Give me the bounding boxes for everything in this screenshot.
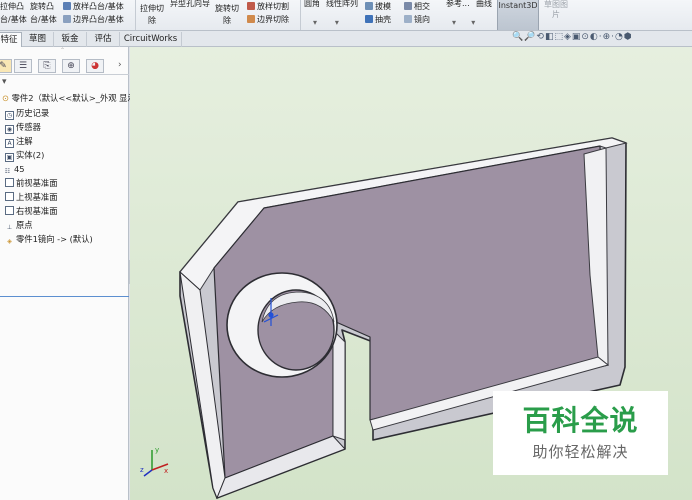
tree-item-history[interactable]: ◷ 历史记录 xyxy=(5,106,49,120)
axis-label-z: z xyxy=(140,466,144,474)
reference-geometry-button[interactable]: 参考... xyxy=(446,0,470,9)
fillet-button[interactable]: 圆角 xyxy=(304,0,320,9)
revolved-boss-button[interactable]: 旋转凸 xyxy=(30,2,54,12)
ribbon-divider xyxy=(135,0,136,30)
inner-wall-step xyxy=(332,328,346,441)
revolved-cut-button[interactable]: 旋转切 xyxy=(215,4,239,14)
tree-item-right-plane[interactable]: 右视基准面 xyxy=(5,204,58,218)
extruded-cut-button[interactable]: 拉伸切 xyxy=(140,4,164,14)
heads-up-view-toolbar[interactable]: 🔍🔎⟲◧⬚◈▣⊙◐·⊕·◔⬢ xyxy=(512,32,692,46)
rollback-bar[interactable] xyxy=(0,296,129,297)
dimxpert-tab-icon[interactable]: ⊕ xyxy=(62,59,80,73)
boundary-cut-icon xyxy=(247,15,255,23)
plane-icon xyxy=(5,206,14,215)
property-manager-tab-icon[interactable]: ☰ xyxy=(14,59,32,73)
linear-pattern-button[interactable]: 线性阵列 xyxy=(326,0,358,9)
sketch-picture-button[interactable]: 草图图片 xyxy=(544,0,568,20)
tree-item-annotations[interactable]: A 注解 xyxy=(5,134,33,148)
feature-manager-panel: ⌃ ✎ ☰ ⎘ ⊕ ◕ › ▾ ⊙ 零件2（默认<<默认>_外观 显示 ◷ 历史记… xyxy=(0,47,136,500)
tree-item-mirror-part[interactable]: ◈ 零件1镜向 -> (默认) xyxy=(5,232,93,246)
dropdown-arrows[interactable]: ▾ ▾ xyxy=(313,18,339,28)
annotation-icon: A xyxy=(5,139,14,148)
shell-button[interactable]: 抽壳 xyxy=(365,15,391,25)
draft-button[interactable]: 拔模 xyxy=(365,2,391,12)
extruded-boss-button-line2[interactable]: 台/基体 xyxy=(0,15,27,25)
mirror-icon xyxy=(404,15,412,23)
watermark-title: 百科全说 xyxy=(522,404,639,437)
configuration-manager-tab-icon[interactable]: ⎘ xyxy=(38,59,56,73)
panel-grip[interactable]: ⌃ xyxy=(60,47,65,54)
boundary-icon xyxy=(63,15,71,23)
filter-icon[interactable]: ▾ xyxy=(2,77,7,87)
ribbon-divider xyxy=(300,0,301,30)
boundary-cut-button[interactable]: 边界切除 xyxy=(247,15,289,25)
feature-manager-tabs: ✎ ☰ ⎘ ⊕ ◕ › xyxy=(0,57,129,75)
tree-item-material[interactable]: ☷ 45 xyxy=(3,162,25,176)
sensor-icon: ◉ xyxy=(5,125,14,134)
lofted-cut-button[interactable]: 放样切割 xyxy=(247,2,289,12)
tab-circuitworks[interactable]: CircuitWorks xyxy=(120,32,182,47)
tree-item-origin[interactable]: ⊥ 原点 xyxy=(5,218,33,232)
extruded-boss-button[interactable]: 拉伸凸 xyxy=(0,2,24,12)
solid-bodies-icon: ▣ xyxy=(5,153,14,162)
watermark-badge: 百科全说 助你轻松解决 xyxy=(493,391,668,475)
tree-root-part[interactable]: ⊙ 零件2（默认<<默认>_外观 显示 xyxy=(2,91,136,105)
tab-features[interactable]: 特征 xyxy=(0,32,22,47)
shell-icon xyxy=(365,15,373,23)
lofted-cut-icon xyxy=(247,2,255,10)
draft-icon xyxy=(365,2,373,10)
display-manager-tab-icon[interactable]: ◕ xyxy=(86,59,104,73)
tab-sketch[interactable]: 草图 xyxy=(22,32,54,47)
axis-label-y: y xyxy=(155,446,159,454)
axis-label-x: x xyxy=(164,467,168,475)
solidworks-window: 拉伸凸 台/基体 旋转凸 台/基体 放样凸台/基体 边界凸台/基体 拉伸切 除 … xyxy=(0,0,692,500)
boundary-boss-button[interactable]: 边界凸台/基体 xyxy=(63,15,124,25)
coordinate-triad: y x z xyxy=(140,446,169,477)
chevron-right-icon[interactable]: › xyxy=(118,60,122,70)
lofted-boss-button[interactable]: 放样凸台/基体 xyxy=(63,2,124,12)
intersect-button[interactable]: 相交 xyxy=(404,2,430,12)
mirror-button[interactable]: 镜向 xyxy=(404,15,430,25)
plane-icon xyxy=(5,178,14,187)
mirror-part-icon: ◈ xyxy=(7,238,12,245)
tree-item-top-plane[interactable]: 上视基准面 xyxy=(5,190,58,204)
history-icon: ◷ xyxy=(5,111,14,120)
instant3d-button[interactable]: Instant3D xyxy=(497,0,539,30)
part-icon: ⊙ xyxy=(2,93,9,103)
tree-item-sensors[interactable]: ◉ 传感器 xyxy=(5,120,41,134)
watermark-subtitle: 助你轻松解决 xyxy=(532,443,629,461)
curves-button[interactable]: 曲线 xyxy=(476,0,492,9)
intersect-icon xyxy=(404,2,412,10)
revolved-boss-button-line2[interactable]: 台/基体 xyxy=(30,15,57,25)
tree-item-front-plane[interactable]: 前视基准面 xyxy=(5,176,58,190)
tab-evaluate[interactable]: 评估 xyxy=(87,32,120,47)
tree-item-solid-bodies[interactable]: ▣ 实体(2) xyxy=(5,148,44,162)
command-manager-ribbon: 拉伸凸 台/基体 旋转凸 台/基体 放样凸台/基体 边界凸台/基体 拉伸切 除 … xyxy=(0,0,692,31)
tab-sheet-metal[interactable]: 钣金 xyxy=(54,32,87,47)
feature-tree-tab-icon[interactable]: ✎ xyxy=(0,59,12,73)
dropdown-arrows-2[interactable]: ▾ ▾ xyxy=(452,18,475,28)
extruded-cut-button-line2[interactable]: 除 xyxy=(148,16,156,26)
plane-icon xyxy=(5,192,14,201)
revolved-cut-button-line2[interactable]: 除 xyxy=(223,16,231,26)
loft-icon xyxy=(63,2,71,10)
hole-wizard-button[interactable]: 异型孔向导 xyxy=(170,0,210,9)
